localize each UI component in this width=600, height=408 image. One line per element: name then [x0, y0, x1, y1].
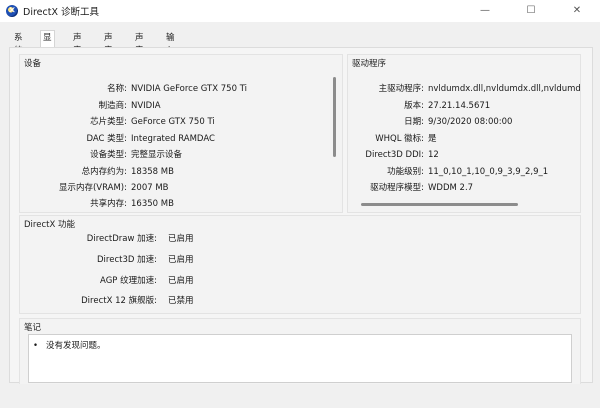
driver-value: 9/30/2020 08:00:00	[428, 117, 513, 127]
driver-key: 主驱动程序:	[378, 84, 424, 94]
feature-value: 已禁用	[168, 296, 194, 306]
notes-label: 笔记	[24, 323, 42, 333]
notes-item-text: 没有发现问题。	[46, 341, 106, 351]
driver-key: 版本:	[404, 101, 424, 111]
tab-sound-3[interactable]: 声音 3	[133, 32, 146, 69]
device-key: 显示内存(VRAM):	[58, 183, 127, 193]
device-vertical-scrollbar[interactable]	[333, 77, 336, 157]
maximize-button[interactable]: ☐	[508, 0, 554, 22]
device-key: DAC 类型:	[86, 134, 127, 144]
tab-sound-1[interactable]: 声音 1	[71, 32, 84, 69]
driver-key: 驱动程序模型:	[370, 183, 424, 193]
driver-value: 是	[428, 134, 437, 144]
device-value: Integrated RAMDAC	[131, 134, 215, 144]
device-key: 总内存约为:	[81, 167, 127, 177]
driver-value: WDDM 2.7	[428, 183, 474, 193]
device-value: 2007 MB	[131, 183, 169, 193]
device-group-label: 设备	[24, 59, 42, 69]
driver-group-label: 驱动程序	[352, 59, 387, 69]
minimize-button[interactable]: —	[462, 0, 508, 22]
driver-value: 12	[428, 150, 439, 160]
feature-key: DirectDraw 加速:	[86, 234, 157, 244]
notes-group: 笔记 • 没有发现问题。	[19, 318, 581, 385]
tab-system[interactable]: 系统	[12, 32, 25, 56]
device-key: 设备类型:	[90, 150, 127, 160]
feature-value: 已启用	[168, 276, 194, 286]
feature-key: DirectX 12 旗舰版:	[81, 296, 157, 306]
feature-value: 已启用	[168, 255, 194, 265]
device-key: 名称:	[107, 84, 127, 94]
driver-key: 日期:	[404, 117, 424, 127]
window-title: DirectX 诊断工具	[23, 7, 99, 18]
notes-textbox[interactable]: • 没有发现问题。	[28, 334, 572, 383]
device-key: 芯片类型:	[90, 117, 127, 127]
directx-app-icon: ✕	[6, 5, 18, 17]
tab-input[interactable]: 输入	[164, 32, 177, 56]
directx-features-group: DirectX 功能 DirectDraw 加速: 已启用 Direct3D 加速…	[19, 215, 581, 314]
driver-value: 11_0,10_1,10_0,9_3,9_2,9_1	[428, 167, 549, 177]
driver-key: 功能级别:	[387, 167, 424, 177]
feature-key: AGP 纹理加速:	[100, 276, 157, 286]
driver-value: nvldumdx.dll,nvldumdx.dll,nvldumdx.c	[428, 84, 580, 94]
bullet-icon: •	[33, 341, 39, 351]
feature-value: 已启用	[168, 234, 194, 244]
device-value: 完整显示设备	[131, 150, 183, 160]
driver-key: WHQL 徽标:	[375, 134, 424, 144]
driver-horizontal-scrollbar[interactable]	[361, 203, 518, 206]
device-group: 设备 名称: NVIDIA GeForce GTX 750 Ti 制造商: NVID…	[19, 54, 343, 213]
close-button[interactable]: ✕	[554, 0, 600, 22]
device-value: NVIDIA	[131, 101, 161, 111]
tab-sound-2[interactable]: 声音 2	[102, 32, 115, 69]
directx-features-label: DirectX 功能	[24, 220, 75, 230]
device-key: 共享内存:	[90, 199, 127, 209]
device-value: 18358 MB	[131, 167, 174, 177]
bottom-bar	[0, 384, 600, 408]
device-value: NVIDIA GeForce GTX 750 Ti	[131, 84, 247, 94]
device-key: 制造商:	[98, 101, 127, 111]
tab-display[interactable]: 显示	[40, 30, 55, 58]
title-bar: ✕ DirectX 诊断工具 — ☐ ✕	[0, 0, 600, 22]
driver-value: 27.21.14.5671	[428, 101, 491, 111]
feature-key: Direct3D 加速:	[97, 255, 157, 265]
device-value: 16350 MB	[131, 199, 174, 209]
device-value: GeForce GTX 750 Ti	[131, 117, 215, 127]
driver-key: Direct3D DDI:	[365, 150, 424, 160]
driver-group: 驱动程序 主驱动程序: nvldumdx.dll,nvldumdx.dll,nvl…	[347, 54, 581, 213]
